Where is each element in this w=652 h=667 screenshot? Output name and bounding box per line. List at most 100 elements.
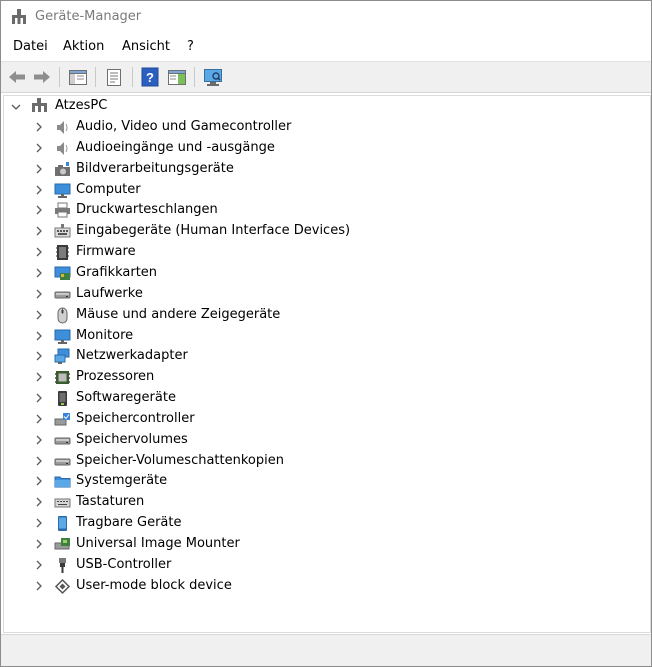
- help-icon[interactable]: ?: [139, 66, 161, 88]
- tree-item[interactable]: Monitore: [4, 326, 644, 347]
- tree-item-label: Firmware: [76, 244, 136, 260]
- tree-item-label: Laufwerke: [76, 285, 143, 301]
- menu-help[interactable]: ?: [187, 39, 194, 54]
- tree-item[interactable]: Mäuse und andere Zeigegeräte: [4, 305, 644, 326]
- chevron-right-icon[interactable]: [34, 185, 44, 195]
- menu-ansicht[interactable]: Ansicht: [122, 39, 170, 54]
- chevron-right-icon[interactable]: [34, 122, 44, 132]
- chevron-right-icon[interactable]: [34, 372, 44, 382]
- tree-item[interactable]: Systemgeräte: [4, 471, 644, 492]
- device-manager-window: Geräte-Manager Datei Aktion Ansicht ? ? …: [0, 0, 652, 667]
- chevron-right-icon[interactable]: [34, 331, 44, 341]
- chevron-down-icon[interactable]: [11, 102, 21, 112]
- tree-item[interactable]: Druckwarteschlangen: [4, 200, 644, 221]
- display-adapter-icon: [54, 266, 71, 280]
- tree-item[interactable]: Tastaturen: [4, 492, 644, 513]
- portable-device-icon: [58, 516, 67, 532]
- chevron-right-icon[interactable]: [34, 226, 44, 236]
- drive-icon: [54, 458, 71, 466]
- speaker-icon: [57, 121, 68, 134]
- tree-item-label: Universal Image Mounter: [76, 536, 240, 551]
- tree-item-label: Softwaregeräte: [76, 390, 176, 406]
- tree-item-label: USB-Controller: [76, 556, 172, 572]
- tree-item[interactable]: Speichercontroller: [4, 409, 644, 430]
- chevron-right-icon[interactable]: [34, 164, 44, 174]
- menu-aktion[interactable]: Aktion: [63, 39, 104, 54]
- keyboard-icon: [54, 498, 71, 508]
- usb-icon: [59, 557, 66, 573]
- window-title: Geräte-Manager: [35, 9, 142, 24]
- chevron-right-icon[interactable]: [34, 247, 44, 257]
- chevron-right-icon[interactable]: [34, 310, 44, 320]
- show-hide-console-tree-icon[interactable]: [67, 66, 89, 88]
- printer-icon: [55, 202, 70, 218]
- chevron-right-icon[interactable]: [34, 268, 44, 278]
- tree-item-label: Monitore: [76, 327, 134, 343]
- chevron-right-icon[interactable]: [34, 518, 44, 528]
- chevron-right-icon[interactable]: [34, 539, 44, 549]
- tree-item[interactable]: Softwaregeräte: [4, 388, 644, 409]
- title-bar: Geräte-Manager: [1, 1, 651, 34]
- device-tree: AtzesPC Audio, Video und Gamecontroller A…: [3, 95, 651, 633]
- tree-item[interactable]: Bildverarbeitungsgeräte: [4, 159, 644, 180]
- drive-icon: [54, 291, 71, 299]
- menu-bar: Datei Aktion Ansicht ?: [1, 36, 651, 58]
- mouse-icon: [57, 307, 68, 324]
- software-device-icon: [58, 391, 67, 407]
- chevron-right-icon[interactable]: [34, 456, 44, 466]
- tree-item-label: Computer: [76, 181, 141, 197]
- chevron-right-icon[interactable]: [34, 414, 44, 424]
- svg-text:?: ?: [146, 70, 154, 85]
- back-icon[interactable]: [6, 66, 28, 88]
- tree-item[interactable]: Universal Image Mounter: [4, 534, 644, 555]
- forward-icon[interactable]: [31, 66, 53, 88]
- chevron-right-icon[interactable]: [34, 581, 44, 591]
- tree-item-label: Speichervolumes: [76, 431, 188, 447]
- computer-icon: [32, 98, 47, 112]
- tree-item-label: Tastaturen: [76, 494, 145, 510]
- tree-item[interactable]: Audioeingänge und -ausgänge: [4, 138, 644, 159]
- hid-icon: [54, 224, 71, 238]
- tree-item[interactable]: Speicher-Volumeschattenkopien: [4, 451, 644, 472]
- status-bar: [1, 634, 651, 666]
- chevron-right-icon[interactable]: [34, 143, 44, 153]
- tree-item-label: Mäuse und andere Zeigegeräte: [76, 306, 281, 322]
- scan-hardware-icon[interactable]: [202, 66, 224, 88]
- menu-datei[interactable]: Datei: [13, 39, 48, 54]
- tree-item[interactable]: Prozessoren: [4, 367, 644, 388]
- tree-item[interactable]: Audio, Video und Gamecontroller: [4, 117, 644, 138]
- tree-item[interactable]: Speichervolumes: [4, 430, 644, 451]
- tree-item[interactable]: Computer: [4, 180, 644, 201]
- chevron-right-icon[interactable]: [34, 393, 44, 403]
- tree-item[interactable]: Laufwerke: [4, 284, 644, 305]
- block-device-icon: [54, 578, 71, 594]
- properties-icon[interactable]: [103, 66, 125, 88]
- tree-item[interactable]: Tragbare Geräte: [4, 513, 644, 534]
- tree-item[interactable]: Eingabegeräte (Human Interface Devices): [4, 221, 644, 242]
- tree-item[interactable]: User-mode block device: [4, 576, 644, 597]
- tree-item-label: Prozessoren: [76, 369, 155, 385]
- tree-item-label: Bildverarbeitungsgeräte: [76, 160, 234, 176]
- tree-item-label: Grafikkarten: [76, 264, 158, 280]
- action-pane-icon[interactable]: [166, 66, 188, 88]
- chevron-right-icon[interactable]: [34, 435, 44, 445]
- chevron-right-icon[interactable]: [34, 497, 44, 507]
- tree-item[interactable]: Grafikkarten: [4, 263, 644, 284]
- device-manager-app-icon: [12, 9, 26, 24]
- chevron-right-icon[interactable]: [34, 476, 44, 486]
- chevron-right-icon[interactable]: [34, 289, 44, 299]
- tree-root-label: AtzesPC: [55, 98, 108, 113]
- chevron-right-icon[interactable]: [34, 560, 44, 570]
- chevron-right-icon[interactable]: [34, 205, 44, 215]
- tree-item-label: Eingabegeräte (Human Interface Devices): [76, 223, 351, 239]
- folder-icon: [54, 476, 71, 488]
- tree-item-label: Systemgeräte: [76, 473, 168, 489]
- tree-root-atzespc[interactable]: AtzesPC: [4, 96, 644, 117]
- tree-item[interactable]: Firmware: [4, 242, 644, 263]
- speaker-icon: [57, 141, 68, 155]
- tree-item[interactable]: USB-Controller: [4, 555, 644, 576]
- network-icon: [54, 348, 70, 365]
- monitor-icon: [54, 183, 71, 198]
- chevron-right-icon[interactable]: [34, 351, 44, 361]
- tree-item[interactable]: Netzwerkadapter: [4, 346, 644, 367]
